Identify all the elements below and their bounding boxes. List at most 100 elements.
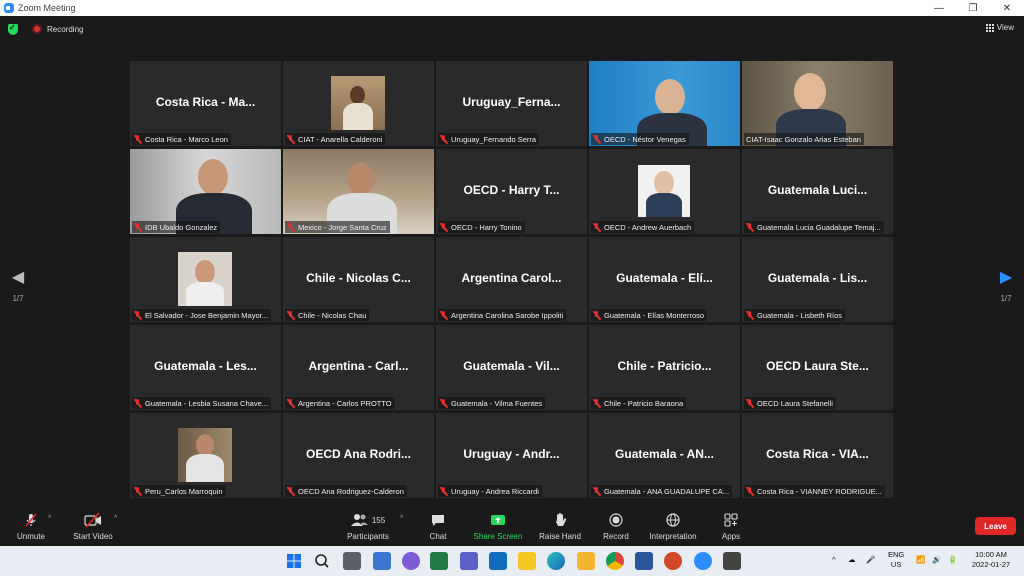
close-window-button[interactable]: ✕ bbox=[990, 0, 1024, 16]
participant-name: Guatemala - Vilma Fuentes bbox=[451, 398, 543, 408]
search-icon[interactable] bbox=[313, 552, 331, 570]
participants-button[interactable]: 155 Participants bbox=[342, 512, 394, 541]
participant-tile[interactable]: Argentina - Carl... Argentina - Carlos P… bbox=[283, 325, 434, 410]
participant-tile[interactable]: OECD - Andrew Auerbach bbox=[589, 149, 740, 234]
chat-label: Chat bbox=[429, 532, 447, 541]
mic-muted-icon bbox=[593, 222, 601, 232]
participant-name-display: Guatemala - Vil... bbox=[463, 359, 560, 373]
participant-tile[interactable]: CIAT - Anarella Calderoni bbox=[283, 61, 434, 146]
language-indicator[interactable]: ENG US bbox=[888, 550, 904, 570]
participant-tile[interactable]: OECD - Harry T... OECD - Harry Tonino bbox=[436, 149, 587, 234]
record-button[interactable]: Record bbox=[600, 512, 632, 541]
active-speaker-tile[interactable]: CIAT-Isaac Gonzalo Arias Esteban bbox=[742, 61, 893, 146]
participant-tile[interactable]: Chile - Patricio... Chile - Patricio Bar… bbox=[589, 325, 740, 410]
maximize-button[interactable]: ❐ bbox=[956, 0, 990, 16]
edge-browser-icon[interactable] bbox=[547, 552, 565, 570]
raise-hand-button[interactable]: Raise Hand bbox=[538, 512, 582, 541]
wifi-icon[interactable]: 📶 bbox=[916, 555, 925, 565]
leave-meeting-button[interactable]: Leave bbox=[975, 517, 1016, 535]
teams-icon[interactable] bbox=[460, 552, 478, 570]
interpretation-button[interactable]: Interpretation bbox=[646, 512, 700, 541]
mic-muted-icon bbox=[287, 222, 295, 232]
tray-overflow-caret[interactable]: ^ bbox=[832, 555, 836, 565]
arrow-right-icon[interactable]: ▶ bbox=[994, 270, 1018, 286]
next-page-nav[interactable]: ▶ 1/7 bbox=[994, 270, 1018, 304]
participant-tile[interactable]: OECD Ana Rodri... OECD Ana Rodriguez-Cal… bbox=[283, 413, 434, 498]
chrome-icon[interactable] bbox=[606, 552, 624, 570]
unmute-label: Unmute bbox=[16, 532, 45, 541]
windows-start-icon[interactable] bbox=[285, 552, 303, 570]
participants-options-caret[interactable]: ^ bbox=[400, 515, 403, 522]
participant-tile[interactable]: Guatemala - Lis... Guatemala - Lisbeth R… bbox=[742, 237, 893, 322]
excel-icon[interactable] bbox=[430, 552, 448, 570]
volume-icon[interactable]: 🔊 bbox=[932, 555, 941, 565]
participant-label: Peru_Carlos Marroquin bbox=[132, 485, 226, 497]
participant-photo bbox=[331, 76, 385, 130]
participant-tile[interactable]: OECD - Néstor Venegas bbox=[589, 61, 740, 146]
mic-muted-icon bbox=[134, 134, 142, 144]
battery-icon[interactable]: 🔋 bbox=[948, 555, 957, 565]
start-video-label: Start Video bbox=[73, 532, 113, 541]
participant-name-display: OECD - Harry T... bbox=[463, 183, 560, 197]
file-explorer-icon[interactable] bbox=[373, 552, 391, 570]
share-screen-button[interactable]: Share Screen bbox=[472, 512, 524, 541]
clock[interactable]: 10:00 AM 2022-01-27 bbox=[966, 550, 1016, 570]
participant-tile[interactable]: Chile - Nicolas C... Chile - Nicolas Cha… bbox=[283, 237, 434, 322]
participant-name: Guatemala - ANA GUADALUPE CA... bbox=[604, 486, 730, 496]
participant-name-display: Uruguay_Ferna... bbox=[462, 95, 561, 109]
apps-button[interactable]: Apps bbox=[716, 512, 746, 541]
participant-name: IDB Ubaldo Gonzalez bbox=[145, 222, 218, 232]
participant-tile[interactable]: Guatemala - AN... Guatemala - ANA GUADAL… bbox=[589, 413, 740, 498]
view-label: View bbox=[996, 23, 1014, 32]
sticky-notes-icon[interactable] bbox=[518, 552, 536, 570]
teams-chat-icon[interactable] bbox=[402, 552, 420, 570]
start-video-button[interactable]: Start Video bbox=[70, 512, 116, 541]
previous-page-nav[interactable]: ◀ 1/7 bbox=[6, 270, 30, 304]
unmute-button[interactable]: Unmute bbox=[12, 512, 50, 541]
participant-tile[interactable]: El Salvador - Jose Benjamin Mayor... bbox=[130, 237, 281, 322]
video-options-caret[interactable]: ^ bbox=[114, 515, 117, 522]
microphone-tray-icon[interactable]: 🎤 bbox=[866, 555, 875, 565]
participant-tile[interactable]: Costa Rica - VIA... Costa Rica - VIANNEY… bbox=[742, 413, 893, 498]
participant-tile[interactable]: Guatemala - Elí... Guatemala - Elías Mon… bbox=[589, 237, 740, 322]
participant-label: Mexico - Jorge Santa Cruz bbox=[285, 221, 390, 233]
participant-tile[interactable]: Guatemala - Vil... Guatemala - Vilma Fue… bbox=[436, 325, 587, 410]
avatar-head bbox=[794, 73, 826, 111]
participant-tile[interactable]: OECD Laura Ste... OECD Laura Stefanelli bbox=[742, 325, 893, 410]
snipping-tool-icon[interactable] bbox=[723, 552, 741, 570]
participant-tile[interactable]: Peru_Carlos Marroquin bbox=[130, 413, 281, 498]
globe-icon bbox=[646, 512, 700, 528]
participant-label: Guatemala - Lesbia Susana Chave... bbox=[132, 397, 271, 409]
participant-tile[interactable]: Guatemala Luci... Guatemala Lucia Guadal… bbox=[742, 149, 893, 234]
audio-options-caret[interactable]: ^ bbox=[48, 515, 51, 522]
minimize-button[interactable]: — bbox=[922, 0, 956, 16]
folder-icon[interactable] bbox=[577, 552, 595, 570]
view-button[interactable]: View bbox=[985, 23, 1014, 32]
participant-label: OECD - Harry Tonino bbox=[438, 221, 525, 233]
arrow-left-icon[interactable]: ◀ bbox=[6, 270, 30, 286]
mic-muted-icon bbox=[746, 486, 754, 496]
word-icon[interactable] bbox=[635, 552, 653, 570]
participant-tile[interactable]: Uruguay_Ferna... Uruguay_Fernando Serra bbox=[436, 61, 587, 146]
participant-tile[interactable]: Argentina Carol... Argentina Carolina Sa… bbox=[436, 237, 587, 322]
participant-name: OECD Ana Rodriguez-Calderon bbox=[298, 486, 404, 496]
security-shield-icon[interactable] bbox=[8, 23, 18, 35]
participant-label: Chile - Patricio Baraona bbox=[591, 397, 687, 409]
keyboard-layout: US bbox=[890, 560, 902, 569]
participant-tile[interactable]: Costa Rica - Ma... Costa Rica - Marco Le… bbox=[130, 61, 281, 146]
mic-muted-icon bbox=[287, 486, 295, 496]
outlook-icon[interactable] bbox=[489, 552, 507, 570]
participant-photo bbox=[178, 252, 232, 306]
cloud-icon[interactable]: ☁ bbox=[848, 555, 856, 565]
participant-tile[interactable]: Guatemala - Les... Guatemala - Lesbia Su… bbox=[130, 325, 281, 410]
participant-tile[interactable]: Uruguay - Andr... Uruguay - Andrea Ricca… bbox=[436, 413, 587, 498]
chat-button[interactable]: Chat bbox=[422, 512, 454, 541]
clock-time: 10:00 AM bbox=[975, 550, 1007, 559]
task-view-icon[interactable] bbox=[343, 552, 361, 570]
participant-tile[interactable]: Mexico - Jorge Santa Cruz bbox=[283, 149, 434, 234]
zoom-taskbar-icon[interactable] bbox=[694, 552, 712, 570]
participant-label: Argentina - Carlos PROTTO bbox=[285, 397, 395, 409]
powerpoint-icon[interactable] bbox=[664, 552, 682, 570]
participant-tile[interactable]: IDB Ubaldo Gonzalez bbox=[130, 149, 281, 234]
share-screen-icon bbox=[472, 512, 524, 528]
